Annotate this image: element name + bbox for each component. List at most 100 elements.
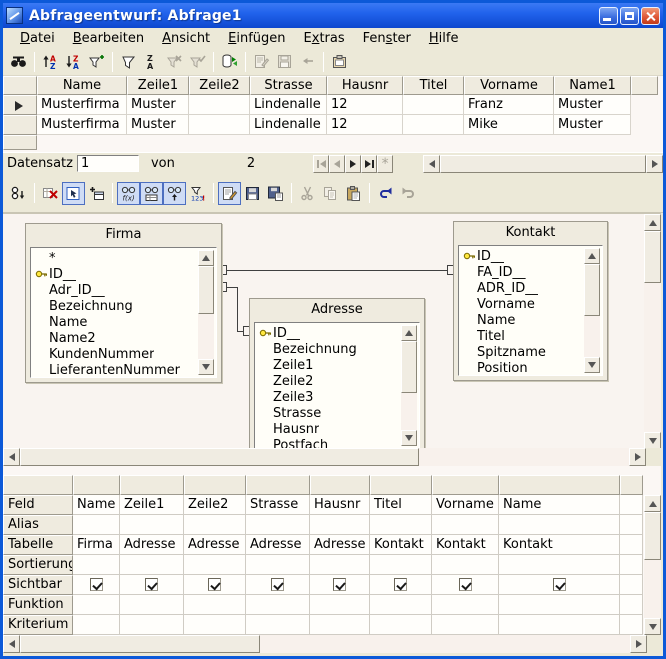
sichtbar-checkbox[interactable]: [333, 578, 346, 591]
field-row[interactable]: KundenNummer: [35, 346, 216, 362]
run-query-button[interactable]: [7, 182, 30, 205]
funktion-cell[interactable]: [499, 595, 620, 615]
table-name-toggle-button[interactable]: [140, 182, 163, 205]
kriterium-cell[interactable]: [310, 615, 370, 635]
sortierung-cell[interactable]: [120, 555, 184, 575]
feld-cell[interactable]: Titel: [370, 495, 432, 515]
apply-filter-button[interactable]: [186, 50, 209, 73]
table-title[interactable]: Kontakt: [454, 222, 607, 244]
alias-cell[interactable]: [310, 515, 370, 535]
field-row[interactable]: Adr_ID__: [35, 282, 216, 298]
criteria-column-header[interactable]: [620, 475, 643, 495]
scroll-thumb[interactable]: [644, 512, 661, 560]
criteria-column-header[interactable]: [246, 475, 310, 495]
table-title[interactable]: Adresse: [250, 299, 424, 321]
copy-button[interactable]: [319, 182, 342, 205]
field-row[interactable]: Zeile3: [259, 389, 419, 405]
row-selector[interactable]: [3, 115, 37, 135]
scroll-left-button[interactable]: [423, 155, 440, 173]
field-row[interactable]: ADR_ID__: [463, 280, 602, 296]
refresh-data-button[interactable]: [218, 50, 241, 73]
column-header-titel[interactable]: Titel: [403, 76, 464, 95]
kriterium-cell[interactable]: [73, 615, 120, 635]
alias-cell[interactable]: [184, 515, 246, 535]
field-row[interactable]: Titel: [463, 328, 602, 344]
funktion-cell[interactable]: [73, 595, 120, 615]
add-table-button[interactable]: [85, 182, 108, 205]
tabelle-cell[interactable]: Kontakt: [370, 535, 432, 555]
alias-cell[interactable]: [246, 515, 310, 535]
save-record-button[interactable]: [273, 50, 296, 73]
column-header-zeile2[interactable]: Zeile2: [189, 76, 250, 95]
scroll-track[interactable]: [260, 635, 630, 653]
cell[interactable]: [403, 115, 464, 135]
feld-cell[interactable]: Strasse: [246, 495, 310, 515]
criteria-vertical-scrollbar[interactable]: [644, 495, 661, 635]
criteria-column-header[interactable]: [499, 475, 620, 495]
menu-datei[interactable]: Datei: [11, 30, 64, 47]
scroll-left-button[interactable]: [3, 448, 20, 466]
tabelle-cell[interactable]: Adresse: [120, 535, 184, 555]
close-button[interactable]: [641, 7, 660, 25]
scroll-right-button[interactable]: [646, 155, 663, 173]
scroll-thumb[interactable]: [584, 264, 600, 316]
field-row[interactable]: LieferantenNummer: [35, 362, 216, 378]
sichtbar-checkbox[interactable]: [208, 578, 221, 591]
kriterium-cell[interactable]: [499, 615, 620, 635]
sortierung-cell[interactable]: [370, 555, 432, 575]
funktion-cell[interactable]: [120, 595, 184, 615]
feld-cell[interactable]: Zeile1: [120, 495, 184, 515]
cut-button[interactable]: [296, 182, 319, 205]
edit-button[interactable]: [218, 182, 241, 205]
kriterium-cell[interactable]: [370, 615, 432, 635]
maximize-button[interactable]: [620, 7, 639, 25]
criteria-column-header[interactable]: [184, 475, 246, 495]
find-record-button[interactable]: [7, 50, 30, 73]
alias-cell[interactable]: [620, 515, 643, 535]
menu-einfuegen[interactable]: Einfügen: [219, 30, 294, 47]
criteria-column-header[interactable]: [370, 475, 432, 495]
criteria-horizontal-scrollbar[interactable]: [3, 635, 663, 653]
funktion-cell[interactable]: [184, 595, 246, 615]
scroll-up-button[interactable]: [644, 495, 661, 512]
undo-button[interactable]: [374, 182, 397, 205]
next-record-button[interactable]: [345, 155, 361, 173]
paste-button[interactable]: [342, 182, 365, 205]
field-row[interactable]: Name2: [35, 330, 216, 346]
select-all-header[interactable]: [3, 76, 37, 95]
field-row[interactable]: Name: [463, 312, 602, 328]
menu-fenster[interactable]: Fenster: [354, 30, 420, 47]
field-row[interactable]: Position: [463, 360, 602, 376]
criteria-column-header[interactable]: [432, 475, 499, 495]
menu-extras[interactable]: Extras: [295, 30, 354, 47]
feld-cell[interactable]: Hausnr: [310, 495, 370, 515]
field-row[interactable]: Vorname: [463, 296, 602, 312]
feld-cell[interactable]: Zeile2: [184, 495, 246, 515]
alias-cell[interactable]: [73, 515, 120, 535]
scroll-thumb[interactable]: [20, 635, 260, 653]
undo-data-entry-button[interactable]: [296, 50, 319, 73]
table-title[interactable]: Firma: [26, 224, 221, 246]
last-record-button[interactable]: [361, 155, 377, 173]
scroll-down-button[interactable]: [198, 359, 214, 375]
field-row[interactable]: Strasse: [259, 405, 419, 421]
cell[interactable]: Musterfirma: [37, 95, 127, 115]
scroll-track[interactable]: [419, 448, 629, 466]
edit-data-button[interactable]: [250, 50, 273, 73]
scroll-down-button[interactable]: [644, 618, 661, 635]
sichtbar-checkbox[interactable]: [553, 578, 566, 591]
scroll-down-button[interactable]: [644, 432, 661, 448]
field-row[interactable]: Postfach: [259, 437, 419, 448]
design-vertical-scrollbar[interactable]: [644, 214, 661, 448]
field-list-scrollbar[interactable]: [198, 250, 214, 375]
field-row[interactable]: Spitzname: [463, 344, 602, 360]
sichtbar-checkbox[interactable]: [394, 578, 407, 591]
table-box-kontakt[interactable]: Kontakt ID__ FA_ID__ ADR_ID__ Vorname Na…: [453, 221, 608, 381]
feld-cell[interactable]: Name: [499, 495, 620, 515]
results-horizontal-scrollbar[interactable]: [423, 155, 663, 173]
minimize-button[interactable]: [599, 7, 618, 25]
column-header-hausnr[interactable]: Hausnr: [327, 76, 403, 95]
field-row[interactable]: ID__: [259, 325, 419, 341]
column-header-name1[interactable]: Name1: [554, 76, 631, 95]
cell[interactable]: Muster: [554, 95, 631, 115]
